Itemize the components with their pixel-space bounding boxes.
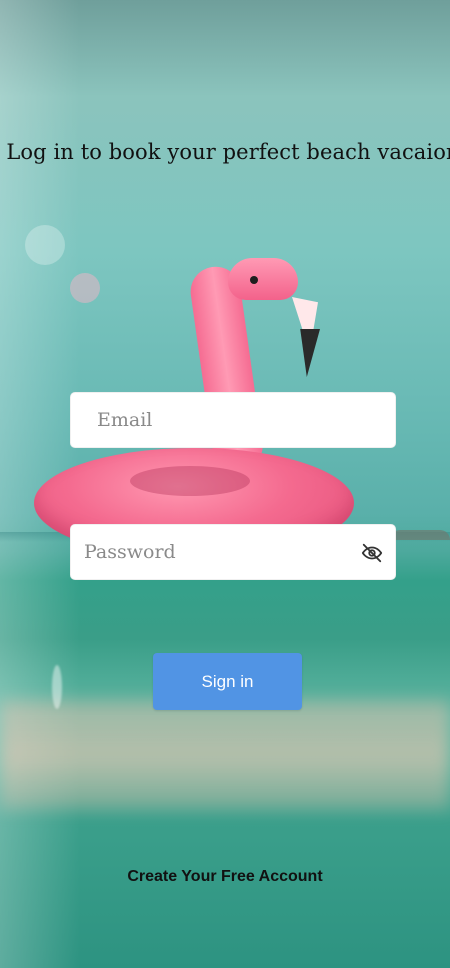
- email-field-container: [70, 392, 396, 448]
- create-account-link[interactable]: Create Your Free Account: [0, 868, 450, 886]
- email-field[interactable]: [71, 393, 395, 447]
- eye-off-icon[interactable]: [361, 542, 383, 564]
- flamingo-head: [228, 258, 298, 300]
- password-field-container: [70, 524, 396, 580]
- float-shadow: [130, 466, 250, 496]
- distant-island: [390, 530, 450, 540]
- sign-in-button[interactable]: Sign in: [153, 653, 302, 710]
- bokeh-light-pink: [70, 273, 100, 303]
- password-field[interactable]: [71, 525, 395, 579]
- flamingo-beak-tip: [300, 329, 320, 377]
- login-screen: Log in to book your perfect beach vacaio…: [0, 0, 450, 968]
- bokeh-light: [25, 225, 65, 265]
- water-reflection: [0, 700, 450, 810]
- water-bubble: [52, 665, 62, 709]
- flamingo-eye: [250, 276, 258, 284]
- page-title: Log in to book your perfect beach vacaio…: [6, 140, 450, 164]
